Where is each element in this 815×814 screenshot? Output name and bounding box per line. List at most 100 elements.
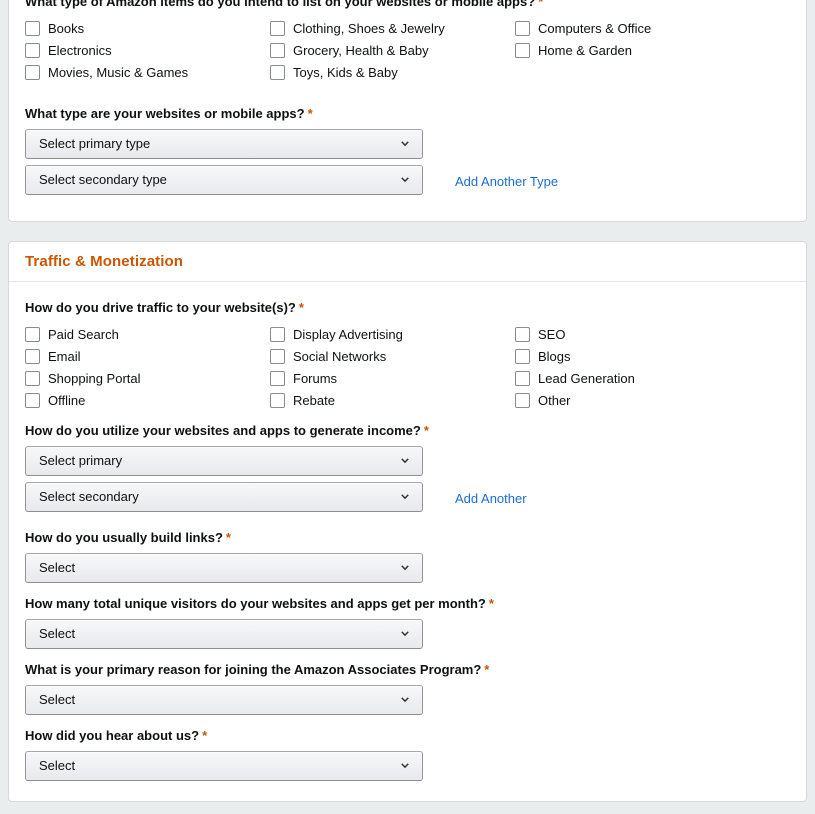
add-another-income-link[interactable]: Add Another — [455, 491, 527, 506]
select-unique-visitors[interactable]: Select — [25, 619, 423, 649]
section-title: Traffic & Monetization — [25, 253, 184, 270]
chevron-down-icon — [399, 694, 411, 706]
question-traffic-sources-label: How do you drive traffic to your website… — [25, 300, 785, 316]
checkbox-label: Forums — [293, 370, 338, 386]
chevron-down-icon — [399, 138, 411, 150]
checkbox-books[interactable]: Books — [25, 17, 84, 39]
checkbox-label: Other — [538, 392, 571, 408]
select-primary-income-value: Select primary — [39, 453, 123, 468]
checkbox-box[interactable] — [515, 326, 530, 342]
checkbox-box[interactable] — [25, 370, 40, 386]
checkbox-box[interactable] — [515, 20, 530, 36]
checkbox-display-advertising[interactable]: Display Advertising — [270, 323, 403, 345]
question-unique-visitors-text: How many total unique visitors do your w… — [25, 596, 486, 611]
checkbox-box[interactable] — [270, 326, 285, 342]
select-secondary-site-type-value: Select secondary type — [39, 172, 167, 187]
chevron-down-icon — [399, 628, 411, 640]
question-primary-reason-text: What is your primary reason for joining … — [25, 662, 482, 677]
checkbox-lead-generation[interactable]: Lead Generation — [515, 367, 635, 389]
question-site-type-text: What type are your websites or mobile ap… — [25, 106, 305, 121]
select-primary-income[interactable]: Select primary — [25, 446, 423, 476]
select-primary-site-type[interactable]: Select primary type — [25, 129, 423, 159]
checkbox-box[interactable] — [25, 348, 40, 364]
required-asterisk: * — [488, 596, 494, 611]
checkbox-label: Display Advertising — [293, 326, 403, 342]
question-traffic-sources-text: How do you drive traffic to your website… — [25, 300, 296, 315]
select-hear-about-us-value: Select — [39, 758, 76, 773]
checkbox-toys-kids-baby[interactable]: Toys, Kids & Baby — [270, 61, 398, 83]
checkbox-forums[interactable]: Forums — [270, 367, 337, 389]
checkbox-label: Offline — [48, 392, 86, 408]
checkbox-other[interactable]: Other — [515, 389, 571, 411]
question-unique-visitors-label: How many total unique visitors do your w… — [25, 596, 494, 612]
traffic-monetization-header: Traffic & Monetization — [9, 242, 806, 282]
checkbox-social-networks[interactable]: Social Networks — [270, 345, 386, 367]
checkbox-box[interactable] — [270, 64, 285, 80]
checkbox-label: Social Networks — [293, 348, 387, 364]
checkbox-clothing-shoes-jewelry[interactable]: Clothing, Shoes & Jewelry — [270, 17, 445, 39]
question-hear-about-us-label: How did you hear about us? * — [25, 728, 423, 744]
checkbox-blogs[interactable]: Blogs — [515, 345, 571, 367]
select-primary-reason[interactable]: Select — [25, 685, 423, 715]
traffic-sources-checkbox-grid: Paid Search Display Advertising SEO Emai… — [25, 323, 785, 415]
checkbox-label: Blogs — [538, 348, 571, 364]
select-secondary-site-type[interactable]: Select secondary type — [25, 165, 423, 195]
question-build-links-text: How do you usually build links? — [25, 530, 223, 545]
checkbox-label: Rebate — [293, 392, 335, 408]
required-asterisk: * — [298, 300, 304, 315]
checkbox-box[interactable] — [270, 370, 285, 386]
question-hear-about-us: How did you hear about us? * Select — [25, 728, 423, 781]
question-site-type-label: What type are your websites or mobile ap… — [25, 106, 423, 122]
chevron-down-icon — [399, 562, 411, 574]
checkbox-paid-search[interactable]: Paid Search — [25, 323, 119, 345]
question-traffic-sources: How do you drive traffic to your website… — [25, 300, 785, 415]
checkbox-box[interactable] — [515, 370, 530, 386]
required-asterisk: * — [423, 423, 429, 438]
checkbox-box[interactable] — [270, 392, 285, 408]
checkbox-shopping-portal[interactable]: Shopping Portal — [25, 367, 141, 389]
checkbox-box[interactable] — [515, 392, 530, 408]
checkbox-offline[interactable]: Offline — [25, 389, 85, 411]
traffic-monetization-card: Traffic & Monetization How do you drive … — [8, 241, 807, 802]
checkbox-electronics[interactable]: Electronics — [25, 39, 112, 61]
checkbox-box[interactable] — [515, 42, 530, 58]
checkbox-email[interactable]: Email — [25, 345, 81, 367]
select-secondary-income[interactable]: Select secondary — [25, 482, 423, 512]
checkbox-seo[interactable]: SEO — [515, 323, 565, 345]
associates-signup-page: What type of Amazon items do you intend … — [0, 0, 815, 814]
question-income-generation: How do you utilize your websites and app… — [25, 423, 527, 512]
checkbox-rebate[interactable]: Rebate — [270, 389, 335, 411]
checkbox-box[interactable] — [25, 64, 40, 80]
question-build-links-label: How do you usually build links? * — [25, 530, 423, 546]
question-income-generation-label: How do you utilize your websites and app… — [25, 423, 429, 439]
checkbox-box[interactable] — [25, 326, 40, 342]
checkbox-box[interactable] — [270, 42, 285, 58]
checkbox-movies-music-games[interactable]: Movies, Music & Games — [25, 61, 188, 83]
checkbox-grocery-health-baby[interactable]: Grocery, Health & Baby — [270, 39, 429, 61]
select-primary-reason-value: Select — [39, 692, 76, 707]
checkbox-box[interactable] — [270, 20, 285, 36]
question-item-types-text: What type of Amazon items do you intend … — [25, 0, 536, 9]
question-item-types-label: What type of Amazon items do you intend … — [25, 0, 785, 10]
checkbox-label: Computers & Office — [538, 20, 652, 36]
checkbox-box[interactable] — [270, 348, 285, 364]
checkbox-box[interactable] — [25, 42, 40, 58]
checkbox-box[interactable] — [25, 20, 40, 36]
add-another-type-link[interactable]: Add Another Type — [455, 174, 558, 189]
checkbox-box[interactable] — [515, 348, 530, 364]
chevron-down-icon — [399, 455, 411, 467]
checkbox-box[interactable] — [25, 392, 40, 408]
question-build-links: How do you usually build links? * Select — [25, 530, 423, 583]
required-asterisk: * — [484, 662, 490, 677]
question-income-generation-text: How do you utilize your websites and app… — [25, 423, 421, 438]
checkbox-home-garden[interactable]: Home & Garden — [515, 39, 632, 61]
checkbox-label: Paid Search — [48, 326, 119, 342]
checkbox-computers-office[interactable]: Computers & Office — [515, 17, 651, 39]
select-hear-about-us[interactable]: Select — [25, 751, 423, 781]
select-build-links[interactable]: Select — [25, 553, 423, 583]
question-primary-reason-label: What is your primary reason for joining … — [25, 662, 489, 678]
required-asterisk: * — [538, 0, 544, 9]
question-hear-about-us-text: How did you hear about us? — [25, 728, 200, 743]
select-primary-site-type-value: Select primary type — [39, 136, 151, 151]
website-profile-card: What type of Amazon items do you intend … — [8, 0, 807, 222]
